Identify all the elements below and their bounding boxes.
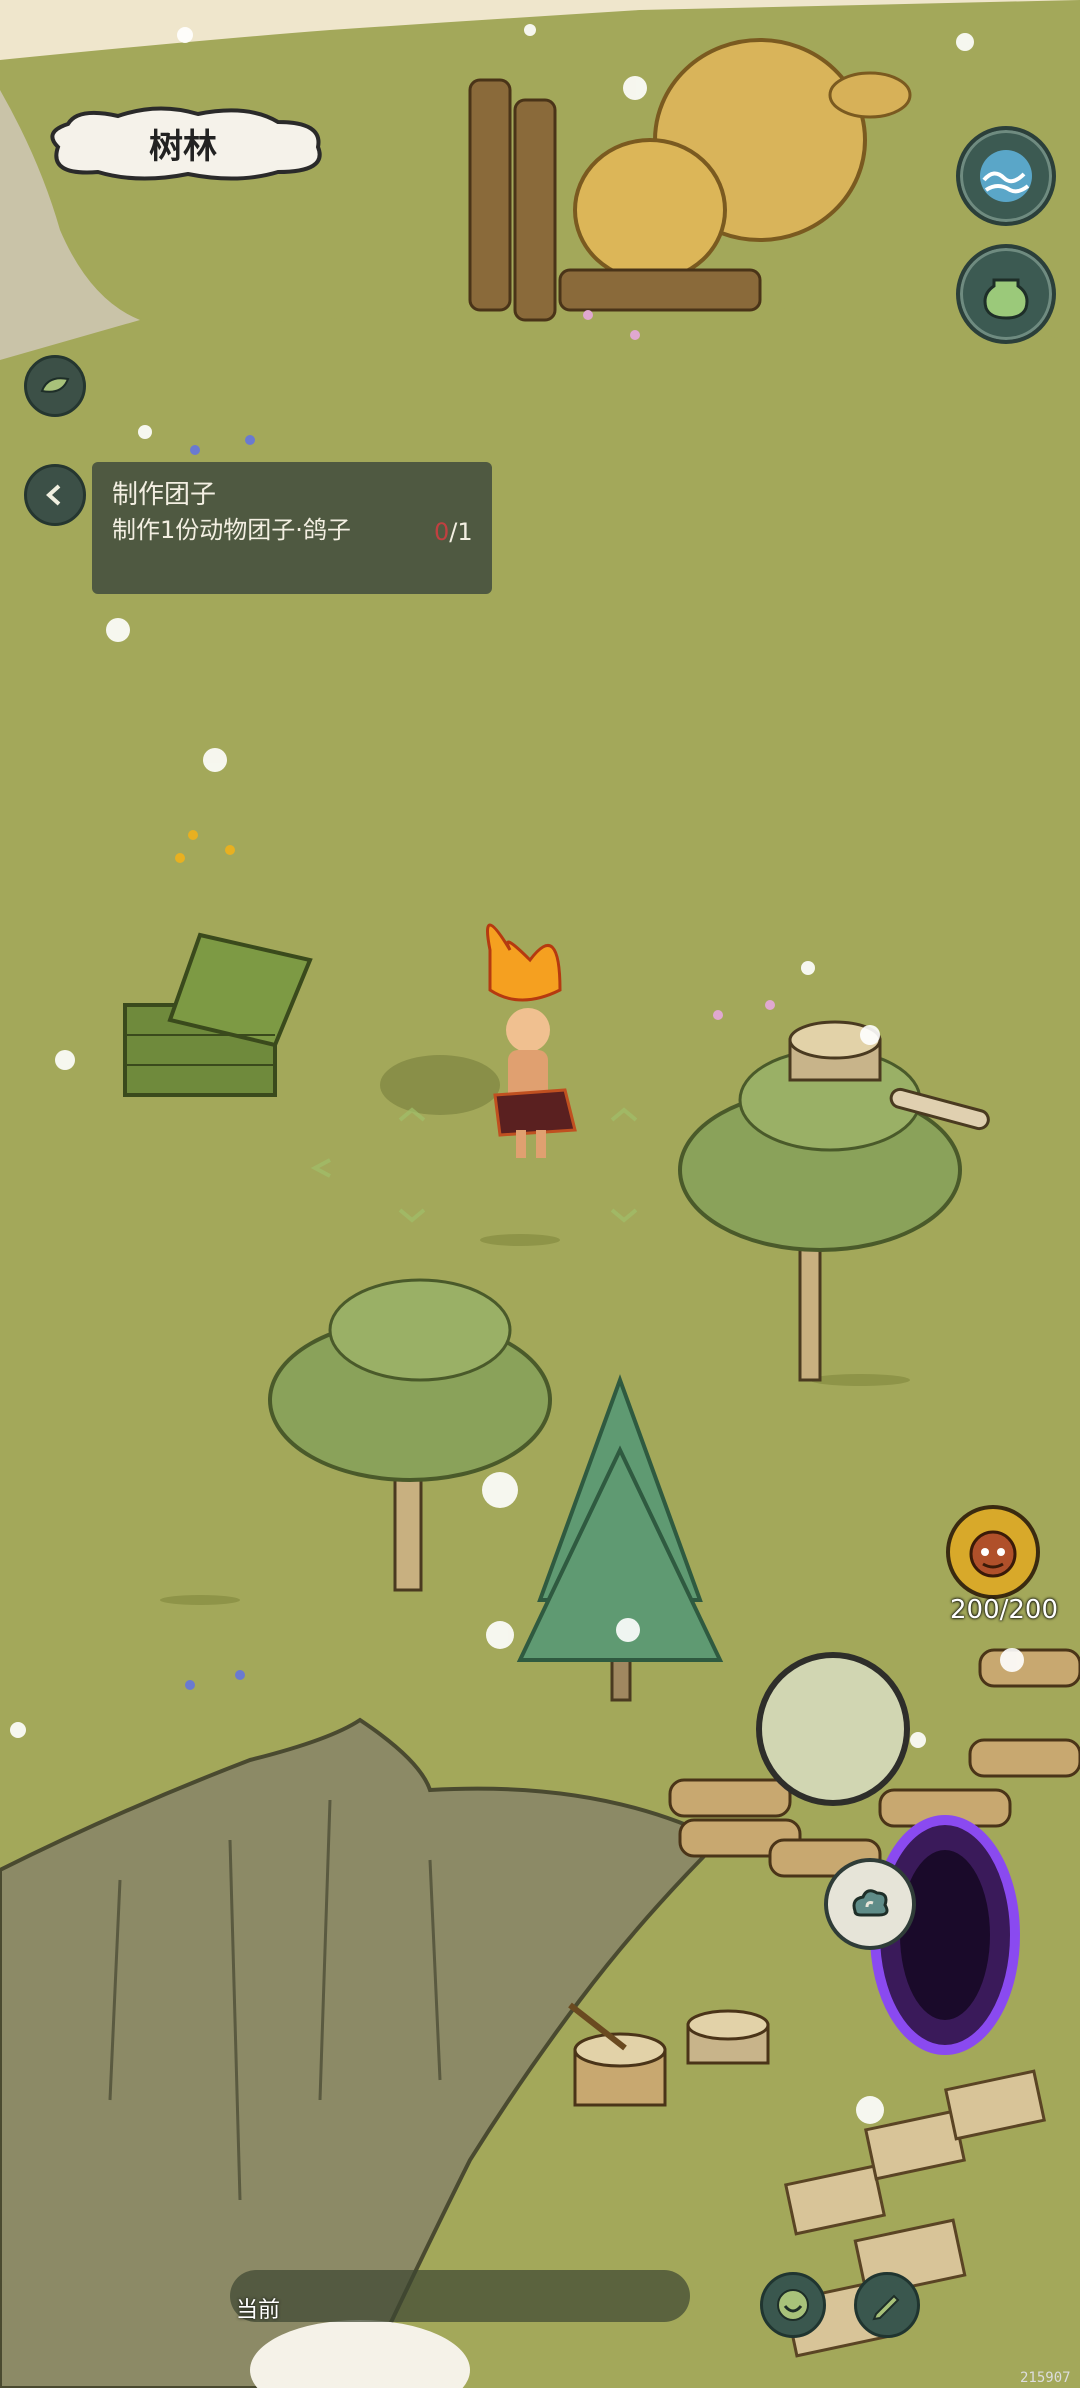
quest-progress-total: /1 bbox=[449, 518, 473, 546]
game-scene bbox=[0, 0, 1080, 2388]
location-name: 树林 bbox=[149, 126, 217, 167]
smile-icon bbox=[777, 2289, 809, 2321]
chat-channel-label: 当前 bbox=[236, 2298, 281, 2323]
build-version: 215907 bbox=[1020, 2370, 1071, 2386]
pencil-icon bbox=[872, 2294, 900, 2321]
hp-text: 200/200 bbox=[950, 1595, 1059, 1625]
quest-progress: 0/1 bbox=[434, 518, 473, 546]
quest-progress-current: 0 bbox=[434, 518, 450, 546]
collapse-button[interactable] bbox=[24, 355, 86, 417]
stump-small bbox=[686, 2009, 770, 2065]
quest-description: 制作1份动物团子·鸽子 bbox=[112, 516, 351, 544]
tree-left bbox=[268, 1278, 552, 1592]
monkey-face-icon bbox=[969, 1530, 1017, 1578]
bamboo-chest bbox=[123, 932, 313, 1097]
emote-button[interactable] bbox=[760, 2272, 826, 2338]
quest-back-button[interactable] bbox=[24, 464, 86, 526]
chat-bar[interactable] bbox=[230, 2270, 690, 2322]
pot-icon bbox=[983, 278, 1029, 320]
cloud-swirl-icon bbox=[852, 1889, 889, 1917]
leaf-icon bbox=[40, 377, 70, 393]
player-character bbox=[380, 923, 577, 1158]
axe-stump bbox=[568, 2002, 667, 2107]
location-banner: 树林 bbox=[38, 102, 328, 184]
action-joystick[interactable] bbox=[756, 1652, 910, 1806]
chevron-left-icon bbox=[46, 484, 61, 506]
water-button[interactable] bbox=[956, 126, 1056, 226]
swirl-button[interactable] bbox=[824, 1858, 916, 1950]
pine-tree bbox=[516, 1374, 724, 1702]
quest-panel[interactable]: 制作团子 制作1份动物团子·鸽子 bbox=[92, 462, 492, 594]
wave-icon bbox=[980, 150, 1032, 202]
player-portrait-button[interactable] bbox=[946, 1505, 1040, 1599]
quest-title: 制作团子 bbox=[112, 480, 217, 510]
edit-button[interactable] bbox=[854, 2272, 920, 2338]
bag-button[interactable] bbox=[956, 244, 1056, 344]
